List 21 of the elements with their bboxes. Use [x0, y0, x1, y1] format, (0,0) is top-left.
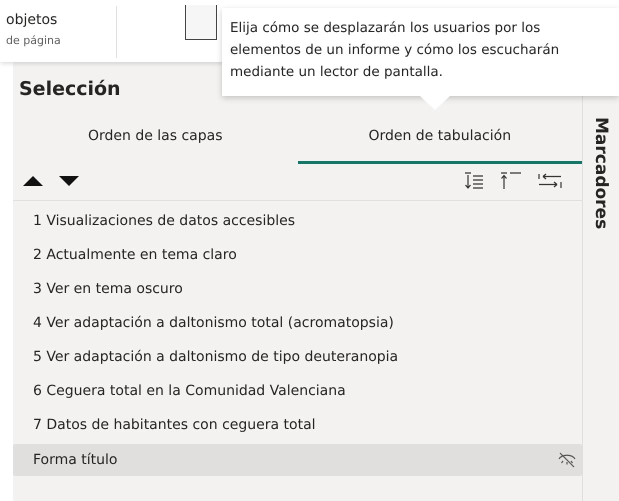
layer-item[interactable]: 7 Datos de habitantes con ceguera total	[13, 408, 582, 442]
move-to-top-icon[interactable]	[500, 172, 522, 190]
layer-item[interactable]: 2 Actualmente en tema claro	[13, 238, 582, 272]
move-down-icon[interactable]	[59, 175, 79, 187]
tooltip-text: Elija cómo se desplazarán los usuarios por los elementos de un informe y cómo los escucharán mediante un lector de pantalla.	[229, 19, 560, 82]
layer-item[interactable]: 6 Ceguera total en la Comunidad Valenciana	[13, 374, 582, 408]
ribbon-button[interactable]	[185, 5, 217, 40]
layer-item[interactable]: 1 Visualizaciones de datos accesibles	[13, 204, 582, 238]
tab[interactable]: Orden de las capas	[13, 118, 298, 164]
side-panel-title[interactable]: Marcadores	[591, 117, 611, 230]
ribbon-label: objetos	[6, 12, 58, 28]
sort-list-icon[interactable]	[464, 172, 484, 190]
move-up-icon[interactable]	[23, 175, 43, 187]
tab-order-icon[interactable]	[538, 172, 562, 190]
panel-title: Selección	[18, 77, 121, 102]
hidden-eye-icon[interactable]	[558, 452, 576, 468]
layer-item[interactable]: Forma título	[13, 444, 582, 476]
ribbon-label: de página	[6, 34, 62, 47]
layer-item[interactable]: 4 Ver adaptación a daltonismo total (acromatopsia)	[13, 306, 582, 340]
layer-item[interactable]: 5 Ver adaptación a daltonismo de tipo deuteranopia	[13, 340, 582, 374]
layer-item[interactable]: 3 Ver en tema oscuro	[13, 272, 582, 306]
